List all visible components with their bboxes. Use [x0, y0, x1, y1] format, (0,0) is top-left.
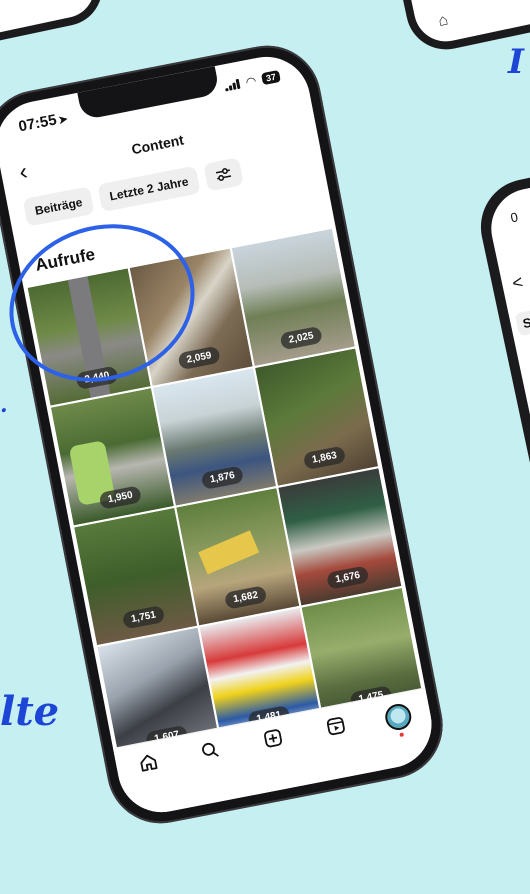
status-time: 07:55➤	[17, 111, 69, 136]
background-phone-screen	[0, 0, 100, 41]
home-icon: ⌂	[436, 11, 450, 31]
phone-frame: 07:55➤ ◠ 37 ‹ Content Beiträge Letzte 2 …	[0, 36, 452, 833]
reels-icon[interactable]	[316, 713, 355, 740]
background-phone-screen: 0 < St A	[483, 156, 530, 883]
post-tile[interactable]: 1,863	[255, 348, 379, 486]
section-title: Aufrufe	[33, 244, 97, 275]
profile-tab[interactable]	[378, 701, 418, 738]
background-phone-screen: ⌂	[406, 0, 530, 48]
signal-icon	[223, 78, 241, 92]
bg-chip: St	[514, 308, 530, 337]
phone-screen: 07:55➤ ◠ 37 ‹ Content Beiträge Letzte 2 …	[0, 49, 440, 820]
bg-back-icon: <	[510, 271, 525, 294]
post-tile[interactable]: 1,676	[278, 468, 402, 606]
background-phone-top-left	[0, 0, 110, 51]
profile-avatar	[383, 701, 414, 738]
post-tile[interactable]: 1,876	[152, 368, 276, 506]
search-icon[interactable]	[191, 737, 230, 764]
background-phone-right: 0 < St A	[472, 144, 530, 894]
battery-indicator: 37	[260, 69, 281, 86]
post-tile[interactable]: 2,440	[27, 268, 151, 406]
post-tile[interactable]: 2,025	[231, 228, 355, 366]
wifi-icon: ◠	[244, 73, 258, 90]
location-arrow-icon: ➤	[57, 113, 69, 127]
status-icons: ◠ 37	[223, 69, 281, 94]
bg-time: 0	[509, 209, 520, 226]
cursive-caption-left: .	[0, 392, 8, 418]
filter-chip-timeframe[interactable]: Letzte 2 Jahre	[97, 165, 201, 213]
create-icon[interactable]	[253, 725, 292, 752]
post-tile[interactable]: 1,682	[176, 488, 300, 626]
cursive-caption: lte	[0, 688, 60, 735]
post-tile[interactable]: 1,751	[74, 507, 198, 646]
notification-dot	[399, 732, 405, 738]
post-tile[interactable]: 1,950	[50, 388, 174, 526]
filter-settings-icon[interactable]	[203, 157, 244, 192]
phone-notch	[77, 66, 221, 121]
home-icon[interactable]	[129, 749, 168, 776]
post-tile[interactable]: 2,059	[129, 248, 253, 386]
filter-chip-content-type[interactable]: Beiträge	[22, 186, 95, 227]
cursive-caption-top-right: I	[508, 42, 524, 82]
